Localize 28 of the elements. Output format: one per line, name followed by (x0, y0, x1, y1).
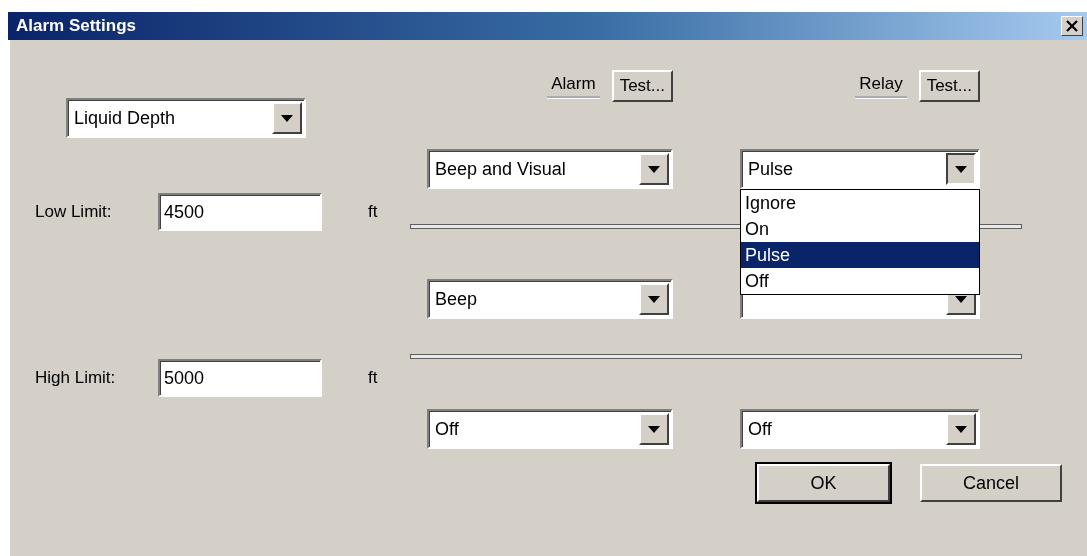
field-label: High Limit: (35, 368, 117, 388)
caret-down-icon (955, 425, 967, 433)
dropdown-arrow-button[interactable] (946, 153, 976, 185)
dropdown[interactable]: Off (427, 409, 673, 449)
input-field[interactable]: 4500 (158, 193, 322, 231)
test-button[interactable]: Test... (611, 70, 673, 102)
dropdown[interactable]: Liquid Depth (66, 98, 306, 138)
field-label: Low Limit: (35, 202, 113, 222)
caret-down-icon (281, 114, 293, 122)
caret-down-icon (648, 165, 660, 173)
dialog-button[interactable]: OK (757, 464, 890, 502)
caret-down-icon (955, 165, 967, 173)
dropdown[interactable]: Beep (427, 279, 673, 319)
dropdown[interactable]: Beep and Visual (427, 149, 673, 189)
caret-down-icon (648, 425, 660, 433)
dropdown-option[interactable]: Pulse (741, 242, 979, 268)
close-button[interactable] (1061, 16, 1083, 36)
unit-label: ft (368, 202, 378, 222)
column-label: Alarm (547, 73, 600, 99)
unit-label: ft (368, 368, 378, 388)
window-title: Alarm Settings (16, 16, 136, 36)
test-button[interactable]: Test... (918, 70, 980, 102)
dialog-button[interactable]: Cancel (920, 464, 1062, 502)
column-label: Relay (855, 73, 907, 99)
input-field[interactable]: 5000 (158, 359, 322, 397)
caret-down-icon (648, 295, 660, 303)
dropdown[interactable]: Off (740, 409, 980, 449)
close-icon (1066, 20, 1078, 32)
